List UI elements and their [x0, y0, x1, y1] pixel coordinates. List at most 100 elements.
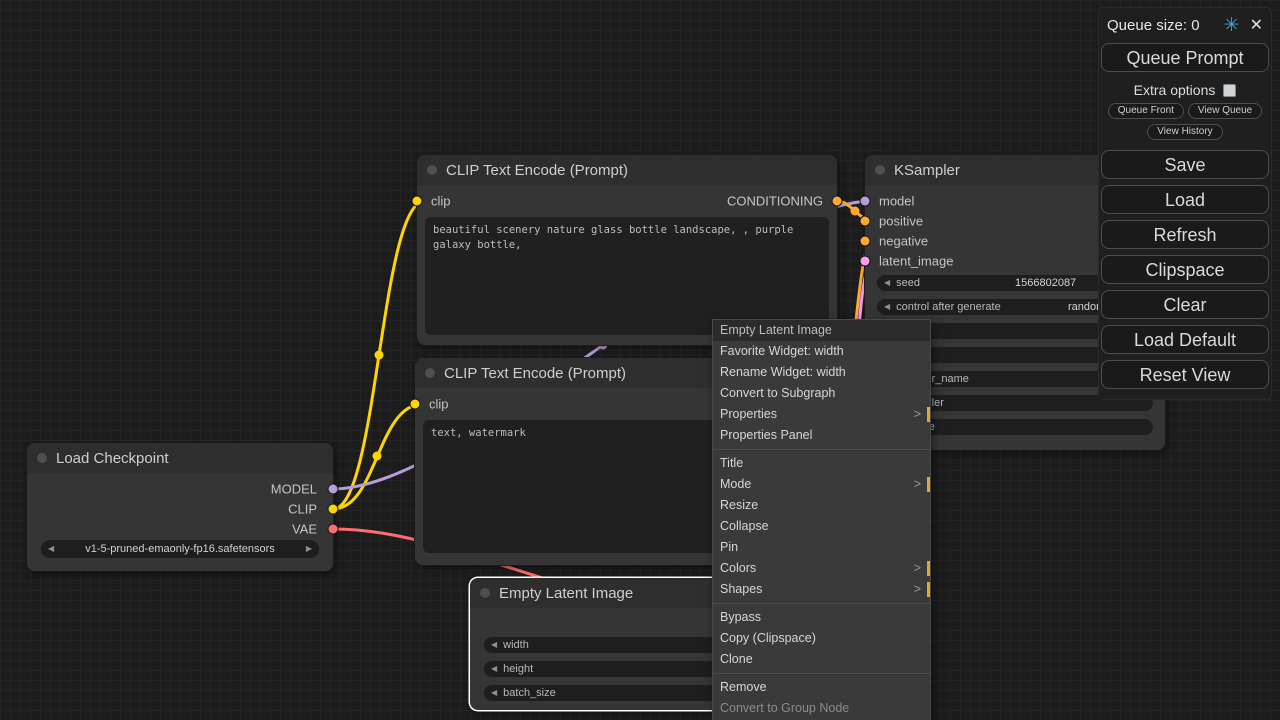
prompt-textarea[interactable]: beautiful scenery nature glass bottle la… — [425, 217, 829, 335]
widget-left-arrow-icon[interactable]: ◀ — [491, 661, 497, 677]
node-collapse-dot-icon[interactable] — [427, 165, 437, 175]
submenu-arrow-icon: > — [914, 474, 921, 495]
context-menu-title: Empty Latent Image — [713, 320, 930, 341]
ckpt-name-value: v1-5-pruned-emaonly-fp16.safetensors — [54, 543, 306, 555]
combo-right-arrow-icon[interactable]: ▶ — [306, 541, 312, 557]
height-label: height — [503, 663, 533, 675]
widget-left-arrow-icon[interactable]: ◀ — [491, 685, 497, 701]
node-title-bar[interactable]: Load Checkpoint — [27, 443, 333, 473]
node-title-bar[interactable]: CLIP Text Encode (Prompt) — [417, 155, 837, 185]
negative-input-label: negative — [879, 234, 928, 249]
queue-prompt-button[interactable]: Queue Prompt — [1101, 43, 1269, 72]
submenu-accent-bar — [927, 407, 930, 422]
extra-options-label: Extra options — [1134, 82, 1216, 98]
clip-output-slot[interactable] — [329, 505, 338, 514]
close-icon[interactable]: ✕ — [1250, 15, 1263, 35]
menu-item-properties[interactable]: Properties > — [713, 404, 930, 425]
submenu-accent-bar — [927, 561, 930, 576]
comfy-menu-panel: Queue size: 0 ✳ ✕ Queue Prompt Extra opt… — [1099, 8, 1271, 399]
model-output-slot[interactable] — [329, 485, 338, 494]
model-input-slot[interactable] — [861, 197, 870, 206]
menu-item-copy-clipspace[interactable]: Copy (Clipspace) — [713, 628, 930, 649]
link-midpoint-dot — [375, 351, 384, 360]
clip-input-label: clip — [431, 194, 451, 209]
submenu-accent-bar — [927, 582, 930, 597]
node-context-menu: Empty Latent Image Favorite Widget: widt… — [713, 320, 930, 720]
menu-item-properties-panel[interactable]: Properties Panel — [713, 425, 930, 446]
clip-input-slot[interactable] — [413, 197, 422, 206]
menu-separator — [713, 603, 930, 604]
submenu-arrow-icon: > — [914, 404, 921, 425]
menu-separator — [713, 449, 930, 450]
node-title: CLIP Text Encode (Prompt) — [446, 162, 628, 179]
node-collapse-dot-icon[interactable] — [37, 453, 47, 463]
save-button[interactable]: Save — [1101, 150, 1269, 179]
ckpt-name-combo-widget[interactable]: ◀ v1-5-pruned-emaonly-fp16.safetensors ▶ — [41, 540, 319, 558]
node-title: Empty Latent Image — [499, 585, 633, 602]
positive-input-label: positive — [879, 214, 923, 229]
conditioning-output-label: CONDITIONING — [727, 194, 823, 209]
load-button[interactable]: Load — [1101, 185, 1269, 214]
widget-left-arrow-icon[interactable]: ◀ — [884, 299, 890, 315]
settings-gear-icon[interactable]: ✳ — [1224, 14, 1240, 37]
reset-view-button[interactable]: Reset View — [1101, 360, 1269, 389]
node-clip-text-encode-positive[interactable]: CLIP Text Encode (Prompt) clip CONDITION… — [417, 155, 837, 345]
node-title: KSampler — [894, 162, 960, 179]
menu-item-pin[interactable]: Pin — [713, 537, 930, 558]
node-collapse-dot-icon[interactable] — [425, 368, 435, 378]
node-collapse-dot-icon[interactable] — [875, 165, 885, 175]
queue-size-label: Queue size: 0 — [1107, 17, 1224, 34]
clear-button[interactable]: Clear — [1101, 290, 1269, 319]
vae-output-slot[interactable] — [329, 525, 338, 534]
batch-size-label: batch_size — [503, 687, 556, 699]
link-midpoint-dot — [851, 207, 860, 216]
conditioning-output-slot[interactable] — [833, 197, 842, 206]
menu-item-collapse[interactable]: Collapse — [713, 516, 930, 537]
control-after-generate-label: control after generate — [896, 301, 1001, 313]
clipspace-button[interactable]: Clipspace — [1101, 255, 1269, 284]
latent-image-input-label: latent_image — [879, 254, 953, 269]
node-load-checkpoint[interactable]: Load Checkpoint MODEL CLIP VAE ◀ v1-5-pr… — [27, 443, 333, 571]
extra-options-checkbox[interactable] — [1223, 84, 1236, 97]
menu-item-convert-to-group-node[interactable]: Convert to Group Node (Deprecated) — [713, 698, 930, 719]
view-history-button[interactable]: View History — [1147, 124, 1222, 140]
menu-item-favorite-widget[interactable]: Favorite Widget: width — [713, 341, 930, 362]
menu-item-mode[interactable]: Mode > — [713, 474, 930, 495]
node-collapse-dot-icon[interactable] — [480, 588, 490, 598]
link-midpoint-dot — [373, 452, 382, 461]
negative-input-slot[interactable] — [861, 237, 870, 246]
model-output-label: MODEL — [271, 482, 317, 497]
node-title: Load Checkpoint — [56, 450, 169, 467]
seed-label: seed — [896, 277, 920, 289]
model-input-label: model — [879, 194, 914, 209]
refresh-button[interactable]: Refresh — [1101, 220, 1269, 249]
vae-output-label: VAE — [292, 522, 317, 537]
menu-item-clone[interactable]: Clone — [713, 649, 930, 670]
submenu-arrow-icon: > — [914, 558, 921, 579]
view-queue-button[interactable]: View Queue — [1188, 103, 1262, 119]
menu-item-title[interactable]: Title — [713, 453, 930, 474]
latent-image-input-slot[interactable] — [861, 257, 870, 266]
submenu-accent-bar — [927, 477, 930, 492]
widget-left-arrow-icon[interactable]: ◀ — [884, 275, 890, 291]
menu-item-resize[interactable]: Resize — [713, 495, 930, 516]
positive-input-slot[interactable] — [861, 217, 870, 226]
menu-item-colors[interactable]: Colors > — [713, 558, 930, 579]
menu-item-shapes[interactable]: Shapes > — [713, 579, 930, 600]
clip-output-label: CLIP — [288, 502, 317, 517]
clip-input-slot[interactable] — [411, 400, 420, 409]
widget-left-arrow-icon[interactable]: ◀ — [491, 637, 497, 653]
width-label: width — [503, 639, 529, 651]
menu-item-convert-to-subgraph[interactable]: Convert to Subgraph — [713, 383, 930, 404]
clip-input-label: clip — [429, 397, 449, 412]
menu-item-rename-widget[interactable]: Rename Widget: width — [713, 362, 930, 383]
seed-value: 1566802087 — [1015, 277, 1076, 289]
submenu-arrow-icon: > — [914, 579, 921, 600]
load-default-button[interactable]: Load Default — [1101, 325, 1269, 354]
menu-separator — [713, 673, 930, 674]
queue-front-button[interactable]: Queue Front — [1108, 103, 1184, 119]
menu-item-bypass[interactable]: Bypass — [713, 607, 930, 628]
node-graph-canvas[interactable]: { "icons": { "left_arrow": "◀", "right_a… — [0, 0, 1280, 720]
node-title: CLIP Text Encode (Prompt) — [444, 365, 626, 382]
menu-item-remove[interactable]: Remove — [713, 677, 930, 698]
